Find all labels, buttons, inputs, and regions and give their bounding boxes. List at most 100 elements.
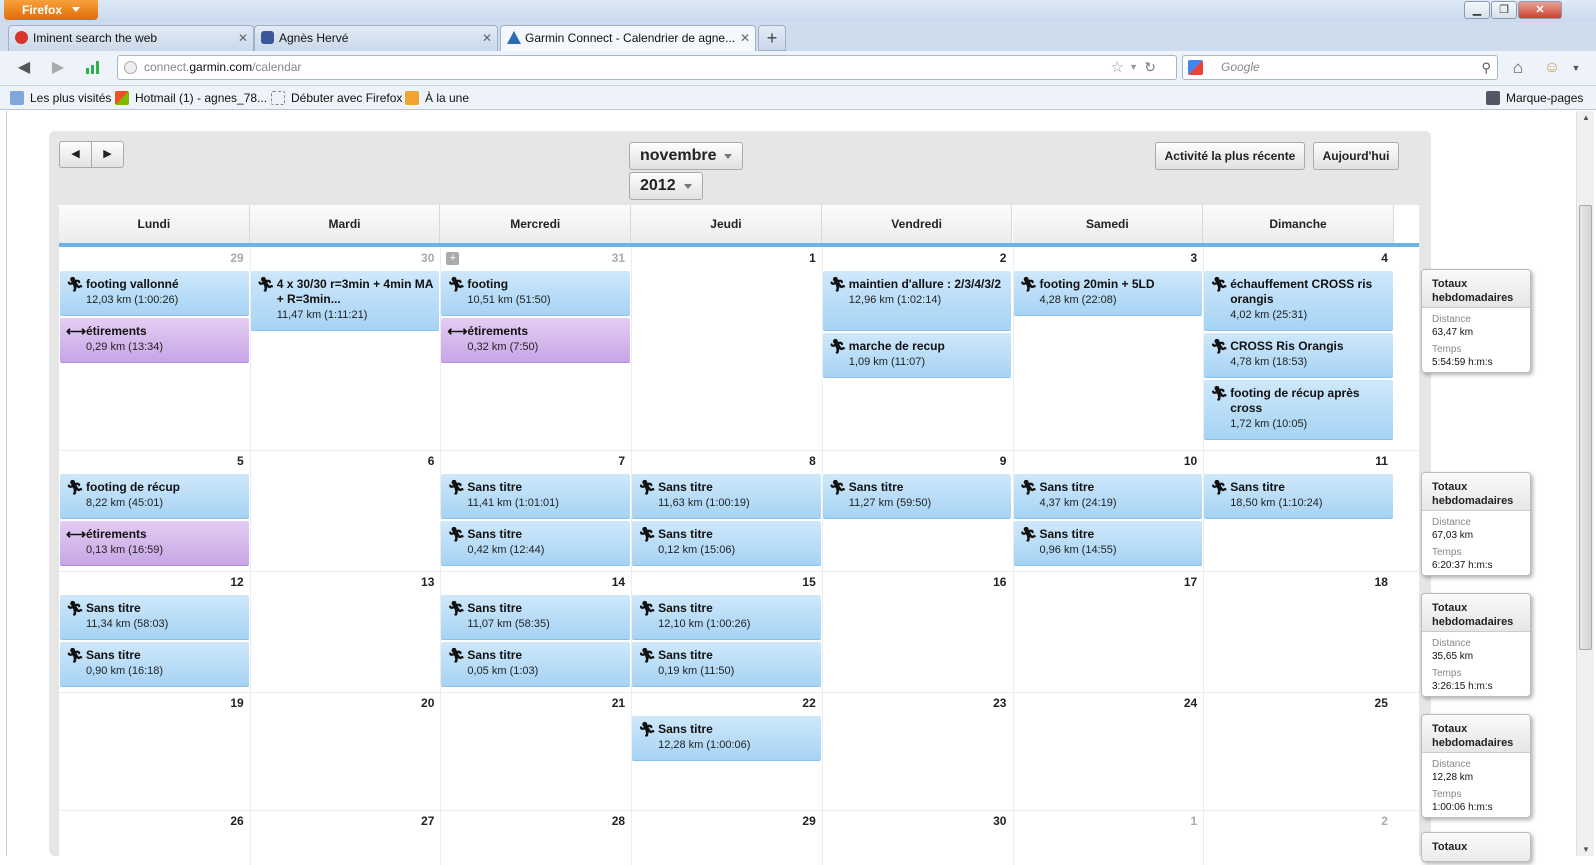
- run-activity[interactable]: 🏃︎ footing vallonné 12,03 km (1:00:26): [60, 271, 249, 316]
- run-activity[interactable]: 🏃︎ Sans titre 0,42 km (12:44): [441, 521, 631, 566]
- run-activity[interactable]: 🏃︎ footing de récup 8,22 km (45:01): [60, 474, 249, 519]
- new-tab-button[interactable]: +: [758, 25, 786, 51]
- run-activity[interactable]: 🏃︎ footing 10,51 km (51:50): [441, 271, 631, 316]
- scroll-thumb[interactable]: [1579, 205, 1592, 650]
- run-activity[interactable]: 🏃︎ Sans titre 11,63 km (1:00:19): [632, 474, 821, 519]
- day-number[interactable]: 29: [631, 814, 815, 828]
- day-number[interactable]: 16: [822, 575, 1006, 589]
- run-activity[interactable]: 🏃︎ marche de recup 1,09 km (11:07): [822, 333, 1012, 378]
- maximize-button[interactable]: ❐: [1491, 1, 1517, 19]
- day-number[interactable]: 1: [1013, 814, 1198, 828]
- close-icon[interactable]: ✕: [482, 26, 492, 50]
- run-activity[interactable]: 🏃︎ Sans titre 12,10 km (1:00:26): [632, 595, 821, 640]
- day-number[interactable]: 17: [1013, 575, 1197, 589]
- day-number[interactable]: 20: [250, 696, 434, 710]
- home-icon[interactable]: ⌂: [1508, 58, 1528, 78]
- day-number[interactable]: 26: [59, 814, 243, 828]
- day-number[interactable]: 12: [59, 575, 243, 589]
- day-number[interactable]: 7: [440, 454, 625, 468]
- bookmark-a-la-une[interactable]: À la une: [405, 86, 469, 110]
- stretch-activity[interactable]: ⟷ étirements 0,29 km (13:34): [60, 318, 249, 363]
- day-number[interactable]: 13: [250, 575, 434, 589]
- run-activity[interactable]: 🏃︎ Sans titre 11,41 km (1:01:01): [441, 474, 631, 519]
- run-activity[interactable]: 🏃︎ Sans titre 0,12 km (15:06): [632, 521, 821, 566]
- day-number[interactable]: 22: [631, 696, 815, 710]
- day-number[interactable]: 29: [59, 251, 243, 265]
- day-number[interactable]: 27: [250, 814, 434, 828]
- day-number[interactable]: 6: [250, 454, 435, 468]
- run-activity[interactable]: 🏃︎ footing de récup après cross 1,72 km (1…: [1204, 380, 1393, 440]
- day-number[interactable]: 28: [440, 814, 625, 828]
- year-select[interactable]: 2012: [629, 172, 703, 200]
- stretch-activity[interactable]: ⟷ étirements 0,32 km (7:50): [441, 318, 631, 363]
- close-icon[interactable]: ✕: [238, 26, 248, 50]
- day-number[interactable]: 25: [1203, 696, 1388, 710]
- day-number[interactable]: 11: [1203, 454, 1388, 468]
- close-window-button[interactable]: ✕: [1518, 1, 1562, 19]
- run-activity[interactable]: 🏃︎ CROSS Ris Orangis 4,78 km (18:53): [1204, 333, 1393, 378]
- forward-icon[interactable]: ▶: [48, 58, 68, 78]
- day-number[interactable]: 15: [631, 575, 815, 589]
- day-number[interactable]: 19: [59, 696, 243, 710]
- day-number[interactable]: 31: [440, 251, 625, 265]
- next-month-button[interactable]: ▶: [91, 141, 124, 168]
- bookmark-hotmail[interactable]: Hotmail (1) - agnes_78...: [115, 86, 267, 110]
- scroll-down-icon[interactable]: ▼: [1577, 845, 1595, 854]
- chevron-down-icon[interactable]: ▼: [1566, 58, 1586, 78]
- close-icon[interactable]: ✕: [740, 26, 750, 50]
- bookmarks-menu[interactable]: Marque-pages: [1486, 86, 1583, 110]
- run-activity[interactable]: 🏃︎ Sans titre 0,19 km (11:50): [632, 642, 821, 687]
- day-number[interactable]: 24: [1013, 696, 1197, 710]
- minimize-button[interactable]: ▁: [1464, 1, 1490, 19]
- tab-iminent[interactable]: Iminent search the web ✕: [8, 25, 254, 51]
- run-activity[interactable]: 🏃︎ Sans titre 11,34 km (58:03): [60, 595, 249, 640]
- run-activity[interactable]: 🏃︎ Sans titre 12,28 km (1:00:06): [632, 716, 821, 761]
- run-activity[interactable]: 🏃︎ échauffement CROSS ris orangis 4,02 km …: [1204, 271, 1393, 331]
- run-activity[interactable]: 🏃︎ Sans titre 0,96 km (14:55): [1013, 521, 1203, 566]
- day-number[interactable]: 2: [822, 251, 1007, 265]
- scroll-up-icon[interactable]: ▲: [1577, 113, 1595, 122]
- day-number[interactable]: 1: [631, 251, 816, 265]
- signal-icon[interactable]: [84, 58, 104, 78]
- tab-facebook[interactable]: Agnès Hervé ✕: [254, 25, 498, 51]
- run-activity[interactable]: 🏃︎ 4 x 30/30 r=3min + 4min MA + R=3min...…: [250, 271, 440, 331]
- day-number[interactable]: 23: [822, 696, 1006, 710]
- run-activity[interactable]: 🏃︎ maintien d'allure : 2/3/4/3/2 12,96 km …: [822, 271, 1012, 331]
- bookmark-firefox-start[interactable]: Débuter avec Firefox: [271, 86, 402, 110]
- run-activity[interactable]: 🏃︎ footing 20min + 5LD 4,28 km (22:08): [1013, 271, 1203, 316]
- run-activity[interactable]: 🏃︎ Sans titre 0,90 km (16:18): [60, 642, 249, 687]
- day-number[interactable]: 4: [1203, 251, 1388, 265]
- run-activity[interactable]: 🏃︎ Sans titre 18,50 km (1:10:24): [1204, 474, 1393, 519]
- day-number[interactable]: 14: [440, 575, 625, 589]
- month-select[interactable]: novembre: [629, 142, 743, 170]
- day-number[interactable]: 30: [822, 814, 1006, 828]
- bookmark-most-visited[interactable]: Les plus visités: [10, 86, 111, 110]
- stretch-activity[interactable]: ⟷ étirements 0,13 km (16:59): [60, 521, 249, 566]
- add-activity-icon[interactable]: +: [446, 252, 460, 265]
- reload-icon[interactable]: ↻: [1144, 56, 1156, 79]
- bookmark-star-icon[interactable]: ☆: [1111, 56, 1124, 79]
- day-number[interactable]: 21: [440, 696, 625, 710]
- prev-month-button[interactable]: ◀: [59, 141, 92, 168]
- run-activity[interactable]: 🏃︎ Sans titre 4,37 km (24:19): [1013, 474, 1203, 519]
- run-activity[interactable]: 🏃︎ Sans titre 0,05 km (1:03): [441, 642, 631, 687]
- recent-activity-button[interactable]: Activité la plus récente: [1155, 142, 1305, 170]
- tab-garmin[interactable]: Garmin Connect - Calendrier de agne... ✕: [500, 25, 756, 51]
- today-button[interactable]: Aujourd'hui: [1313, 142, 1399, 170]
- day-number[interactable]: 10: [1013, 454, 1197, 468]
- run-activity[interactable]: 🏃︎ Sans titre 11,07 km (58:35): [441, 595, 631, 640]
- search-icon[interactable]: ⚲: [1481, 56, 1491, 79]
- day-number[interactable]: 8: [631, 454, 816, 468]
- day-number[interactable]: 3: [1013, 251, 1198, 265]
- day-number[interactable]: 9: [822, 454, 1007, 468]
- day-number[interactable]: 2: [1203, 814, 1388, 828]
- day-number[interactable]: 18: [1203, 575, 1388, 589]
- back-icon[interactable]: ◀: [14, 58, 34, 78]
- chevron-down-icon[interactable]: ▼: [1129, 56, 1138, 79]
- day-number[interactable]: 30: [250, 251, 434, 265]
- vertical-scrollbar[interactable]: ▲ ▼: [1576, 111, 1594, 856]
- address-bar[interactable]: connect.garmin.com/calendar ☆ ▼ ↻: [117, 55, 1177, 80]
- run-activity[interactable]: 🏃︎ Sans titre 11,27 km (59:50): [822, 474, 1012, 519]
- search-input[interactable]: Google ⚲: [1182, 55, 1498, 80]
- addon-icon[interactable]: ☺: [1542, 58, 1562, 78]
